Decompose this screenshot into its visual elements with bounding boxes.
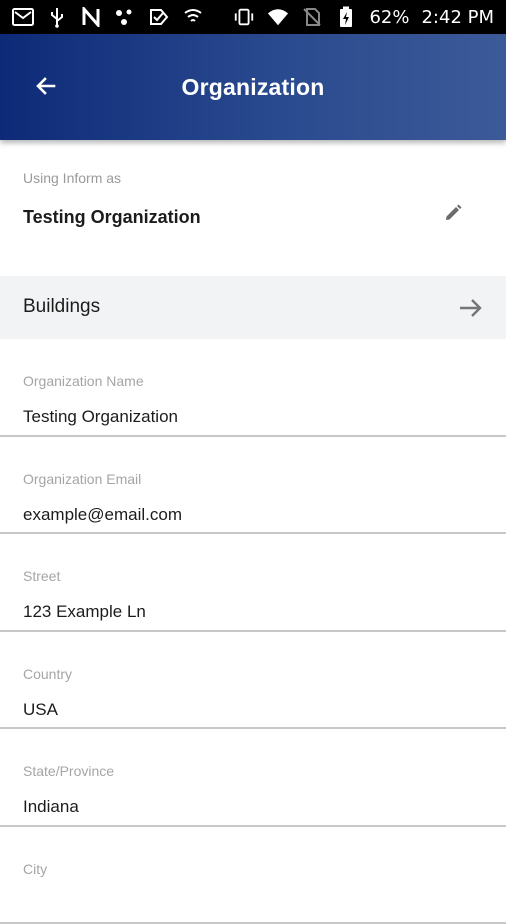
field-label: City — [23, 861, 47, 877]
organization-form: Organization Name Testing Organization O… — [0, 339, 506, 924]
country-field[interactable]: Country USA — [0, 632, 506, 730]
page-title: Organization — [0, 74, 506, 101]
battery-percentage: 62% — [369, 7, 409, 28]
field-value[interactable]: Testing Organization — [23, 407, 178, 427]
edit-organization-button[interactable] — [440, 202, 466, 228]
arrow-right-icon — [456, 294, 486, 322]
buildings-row[interactable]: Buildings — [0, 276, 506, 339]
usb-icon — [46, 6, 68, 28]
n-icon — [80, 6, 102, 28]
wifi-icon — [267, 6, 289, 28]
field-label: State/Province — [23, 763, 114, 779]
city-field[interactable]: City — [0, 827, 506, 924]
check-icon — [148, 6, 170, 28]
gmail-icon — [12, 6, 34, 28]
field-label: Organization Name — [23, 373, 144, 389]
status-bar-right: 62% 2:42 PM — [233, 6, 494, 28]
no-sim-icon — [301, 6, 323, 28]
pencil-icon — [443, 203, 463, 228]
status-bar-left — [12, 6, 204, 28]
battery-charging-icon — [335, 6, 357, 28]
field-value[interactable]: Indiana — [23, 797, 79, 817]
using-as-section: Using Inform as Testing Organization — [0, 140, 506, 276]
state-province-field[interactable]: State/Province Indiana — [0, 729, 506, 827]
organization-name-field[interactable]: Organization Name Testing Organization — [0, 339, 506, 437]
hotspot-icon — [182, 6, 204, 28]
field-value[interactable]: USA — [23, 700, 58, 720]
dots-icon — [114, 6, 136, 28]
organization-email-field[interactable]: Organization Email example@email.com — [0, 437, 506, 535]
using-as-value: Testing Organization — [23, 207, 201, 228]
using-as-label: Using Inform as — [23, 170, 121, 186]
field-label: Street — [23, 568, 60, 584]
buildings-label: Buildings — [23, 296, 100, 318]
field-label: Country — [23, 666, 72, 682]
field-label: Organization Email — [23, 471, 141, 487]
app-bar: Organization — [0, 34, 506, 140]
status-bar: 62% 2:42 PM — [0, 0, 506, 34]
street-field[interactable]: Street 123 Example Ln — [0, 534, 506, 632]
status-time: 2:42 PM — [421, 7, 494, 28]
field-value[interactable]: 123 Example Ln — [23, 602, 146, 622]
field-value[interactable]: example@email.com — [23, 505, 182, 525]
vibrate-icon — [233, 6, 255, 28]
